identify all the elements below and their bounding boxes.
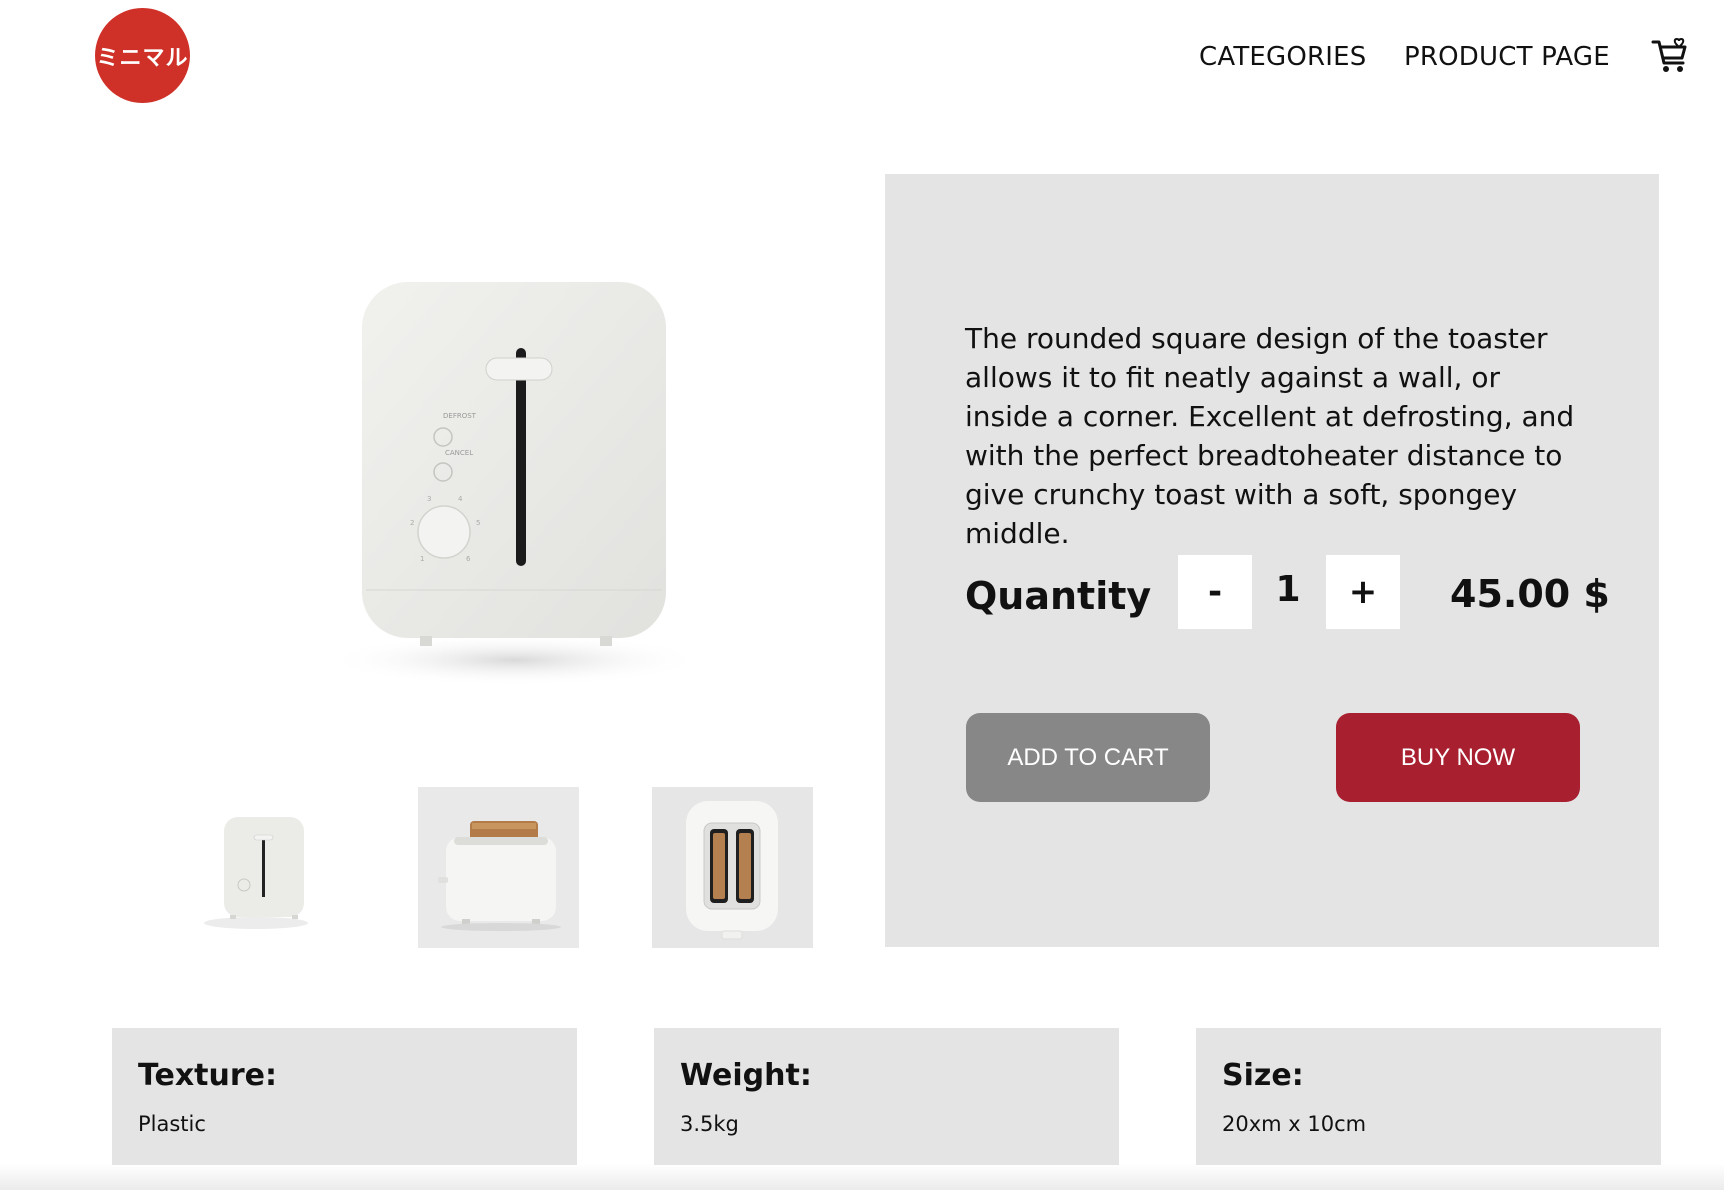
- nav-product-page[interactable]: PRODUCT PAGE: [1404, 42, 1610, 72]
- spec-value: 20xm x 10cm: [1222, 1112, 1367, 1136]
- shopping-cart-icon[interactable]: [1650, 36, 1690, 76]
- site-logo[interactable]: ミニマル: [95, 8, 190, 103]
- product-price: 45.00 $: [1450, 572, 1610, 616]
- buy-now-button[interactable]: BUY NOW: [1336, 713, 1580, 802]
- spec-card-size: Size: 20xm x 10cm: [1196, 1028, 1661, 1165]
- thumbnail-with-toast[interactable]: [418, 787, 579, 948]
- main-product-image: DEFROST CANCEL 1 2 3 4 5 6: [300, 250, 740, 700]
- dial-mark-6: 6: [466, 555, 471, 563]
- spec-title: Weight:: [680, 1058, 812, 1093]
- product-info-panel: The rounded square design of the toaster…: [885, 174, 1659, 947]
- dial-mark-1: 1: [420, 555, 424, 563]
- dial-mark-4: 4: [458, 495, 463, 503]
- dial-mark-2: 2: [410, 519, 414, 527]
- bottom-fade: [0, 1164, 1724, 1190]
- defrost-label: DEFROST: [443, 412, 477, 420]
- thumbnail-top-view[interactable]: [652, 787, 813, 948]
- dial-mark-5: 5: [476, 519, 480, 527]
- cancel-label: CANCEL: [445, 449, 473, 457]
- dial-mark-3: 3: [427, 495, 431, 503]
- quantity-label: Quantity: [965, 574, 1152, 618]
- spec-title: Size:: [1222, 1058, 1304, 1093]
- spec-card-texture: Texture: Plastic: [112, 1028, 577, 1165]
- quantity-increment-button[interactable]: +: [1326, 555, 1400, 629]
- spec-title: Texture:: [138, 1058, 278, 1093]
- thumbnail-front[interactable]: [186, 787, 347, 948]
- quantity-decrement-button[interactable]: -: [1178, 555, 1252, 629]
- product-description: The rounded square design of the toaster…: [965, 322, 1575, 550]
- spec-value: Plastic: [138, 1112, 206, 1136]
- nav-categories[interactable]: CATEGORIES: [1199, 42, 1367, 72]
- spec-value: 3.5kg: [680, 1112, 739, 1136]
- add-to-cart-button[interactable]: ADD TO CART: [966, 713, 1210, 802]
- quantity-value: 1: [1275, 569, 1301, 610]
- spec-card-weight: Weight: 3.5kg: [654, 1028, 1119, 1165]
